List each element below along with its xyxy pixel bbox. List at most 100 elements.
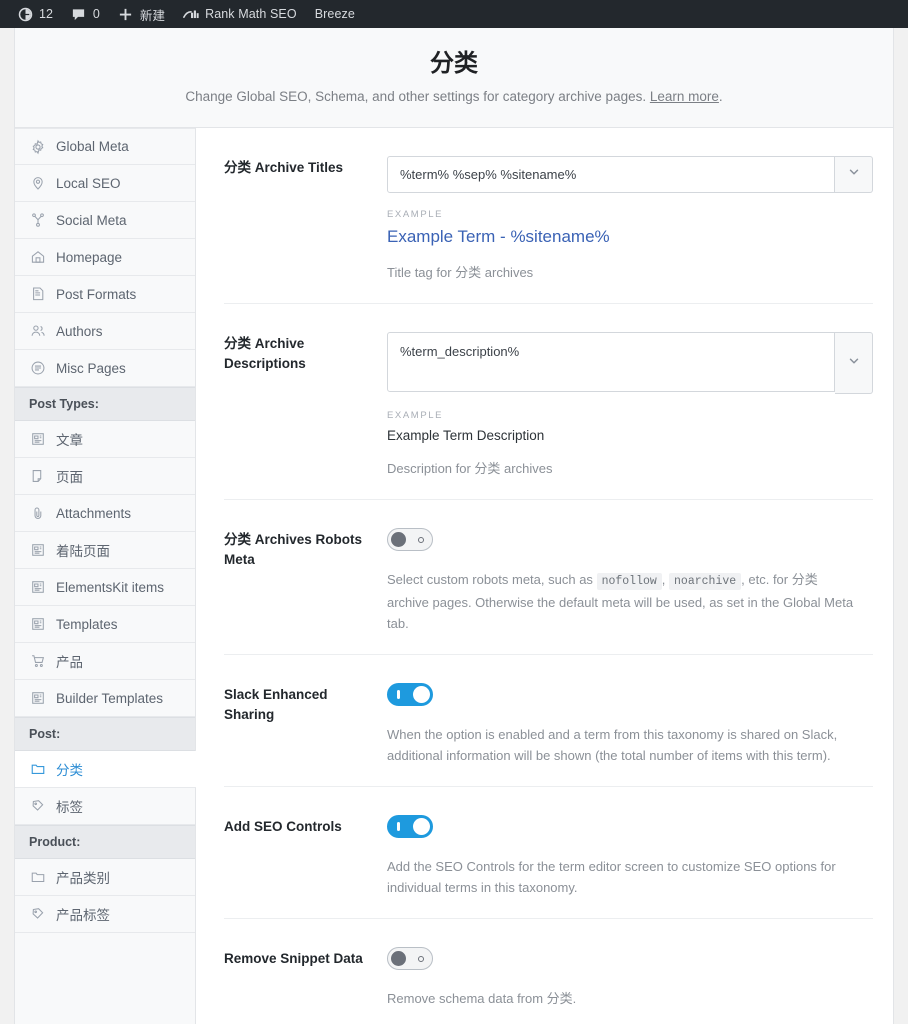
folder-icon: [29, 761, 46, 778]
gear-icon: [29, 138, 46, 155]
settings-panel: 分类 Change Global SEO, Schema, and other …: [14, 28, 894, 1024]
tag-icon: [29, 798, 46, 815]
comments-count: 0: [92, 7, 100, 21]
learn-more-link[interactable]: Learn more: [650, 89, 719, 104]
sidebar-item-builder-templates[interactable]: Builder Templates: [15, 680, 195, 718]
page-title: 分类: [430, 50, 478, 77]
tag-icon: [29, 906, 46, 923]
slack-enhanced-sharing-toggle[interactable]: [387, 683, 433, 707]
code-noarchive: noarchive: [669, 573, 742, 591]
post-icon: [29, 579, 46, 596]
sidebar-item-local-seo[interactable]: Local SEO: [15, 165, 195, 203]
sidebar-group-label: Post:: [29, 727, 61, 742]
remove-snippet-data-toggle[interactable]: [387, 947, 433, 971]
sidebar-item-authors[interactable]: Authors: [15, 313, 195, 351]
share-nodes-icon: [29, 212, 46, 229]
sidebar-group-label: Post Types:: [29, 397, 99, 412]
field-archive-titles: 分类 Archive Titles EXAMPLE Example Term -: [224, 128, 873, 305]
adminbar-item-new[interactable]: 新建: [109, 0, 174, 28]
post-icon: [29, 431, 46, 448]
sidebar-item-label: 着陆页面: [56, 544, 110, 560]
panel-body: Global Meta Local SEO Social Meta Homepa…: [15, 128, 893, 1024]
archives-robots-meta-toggle[interactable]: [387, 528, 433, 552]
archive-titles-variables-button[interactable]: [835, 156, 873, 194]
users-icon: [29, 323, 46, 340]
circle-list-icon: [29, 360, 46, 377]
toggle-on-bar: [397, 822, 400, 832]
sidebar-item-misc-pages[interactable]: Misc Pages: [15, 350, 195, 388]
page-header: 分类 Change Global SEO, Schema, and other …: [15, 28, 893, 129]
rank-math-label: Rank Math SEO: [205, 7, 297, 21]
example-value: Example Term - %sitename%: [387, 227, 610, 247]
sidebar-item-product-tag[interactable]: 产品标签: [15, 896, 195, 934]
toggle-off-dot: [418, 537, 424, 544]
folder-icon: [29, 869, 46, 886]
sidebar-item-products[interactable]: 产品: [15, 643, 195, 681]
sidebar-item-pages[interactable]: 页面: [15, 458, 195, 496]
settings-sidebar: Global Meta Local SEO Social Meta Homepa…: [15, 128, 196, 1024]
sidebar-item-label: 标签: [56, 800, 83, 816]
field-body: Add the SEO Controls for the term editor…: [387, 815, 873, 898]
sidebar-item-label: Templates: [56, 616, 118, 632]
archive-descriptions-input-group: %term_description%: [387, 332, 873, 395]
field-help: Add the SEO Controls for the term editor…: [387, 859, 836, 896]
sidebar-item-category[interactable]: 分类: [15, 751, 196, 789]
sidebar-item-attachments[interactable]: Attachments: [15, 495, 195, 533]
sidebar-item-social-meta[interactable]: Social Meta: [15, 202, 195, 240]
field-remove-snippet-data: Remove Snippet Data Remove schema data f…: [224, 919, 873, 1024]
field-label: 分类 Archive Titles: [224, 160, 344, 176]
archive-descriptions-variables-button[interactable]: [835, 332, 873, 395]
sidebar-item-landing-pages[interactable]: 着陆页面: [15, 532, 195, 570]
sidebar-item-homepage[interactable]: Homepage: [15, 239, 195, 277]
field-label: Add SEO Controls: [224, 819, 342, 835]
adminbar-item-updates[interactable]: 12: [8, 0, 62, 28]
help-part-1: Select custom robots meta, such as: [387, 572, 593, 588]
page-subtitle: Change Global SEO, Schema, and other set…: [35, 87, 873, 107]
sidebar-item-global-meta[interactable]: Global Meta: [15, 128, 195, 166]
rank-math-icon: [183, 6, 199, 22]
archive-descriptions-textarea[interactable]: %term_description%: [387, 332, 835, 393]
sidebar-item-elementskit-items[interactable]: ElementsKit items: [15, 569, 195, 607]
add-seo-controls-toggle[interactable]: [387, 815, 433, 839]
field-label: 分类 Archives Robots Meta: [224, 532, 363, 567]
sidebar-item-posts[interactable]: 文章: [15, 421, 195, 459]
field-body: Select custom robots meta, such as nofol…: [387, 528, 873, 634]
map-pin-icon: [29, 175, 46, 192]
chevron-down-icon: [847, 354, 861, 373]
archive-titles-input[interactable]: [387, 156, 835, 194]
adminbar-item-rank-math[interactable]: Rank Math SEO: [174, 0, 306, 28]
sidebar-item-product-category[interactable]: 产品类别: [15, 859, 195, 897]
sidebar-group-label: Product:: [29, 835, 81, 850]
page-subtitle-text: Change Global SEO, Schema, and other set…: [185, 88, 647, 104]
toggle-off-dot: [418, 956, 424, 963]
archive-titles-input-group: [387, 156, 873, 194]
field-label: 分类 Archive Descriptions: [224, 336, 306, 371]
sidebar-item-post-formats[interactable]: Post Formats: [15, 276, 195, 314]
sidebar-item-tag[interactable]: 标签: [15, 788, 195, 826]
page-icon: [29, 468, 46, 485]
post-icon: [29, 616, 46, 633]
field-label: Slack Enhanced Sharing: [224, 687, 328, 722]
sidebar-item-label: Misc Pages: [56, 360, 126, 376]
field-help: Select custom robots meta, such as nofol…: [387, 569, 857, 634]
help-part-2: ,: [661, 572, 666, 588]
adminbar-item-breeze[interactable]: Breeze: [306, 0, 364, 28]
sidebar-item-label: 分类: [56, 763, 83, 779]
toggle-knob: [391, 532, 406, 548]
sidebar-item-templates[interactable]: Templates: [15, 606, 195, 644]
field-archive-descriptions: 分类 Archive Descriptions %term_descriptio…: [224, 304, 873, 501]
settings-content: 分类 Archive Titles EXAMPLE Example Term -: [196, 128, 893, 1024]
adminbar-item-comments[interactable]: 0: [62, 0, 109, 28]
wp-admin-bar: 12 0 新建 Rank Math SEO Breeze: [0, 0, 908, 28]
sidebar-item-label: 文章: [56, 433, 83, 449]
sidebar-item-label: Local SEO: [56, 175, 121, 191]
sidebar-item-label: 产品: [56, 655, 83, 671]
sidebar-item-label: Authors: [56, 323, 103, 339]
sidebar-item-label: Homepage: [56, 249, 123, 265]
field-slack-enhanced-sharing: Slack Enhanced Sharing When the option i…: [224, 655, 873, 788]
chevron-down-icon: [847, 165, 861, 184]
toggle-knob: [413, 686, 430, 704]
field-body: Remove schema data from 分类.: [387, 947, 873, 1009]
paperclip-icon: [29, 505, 46, 522]
example-caption: EXAMPLE: [387, 209, 444, 221]
